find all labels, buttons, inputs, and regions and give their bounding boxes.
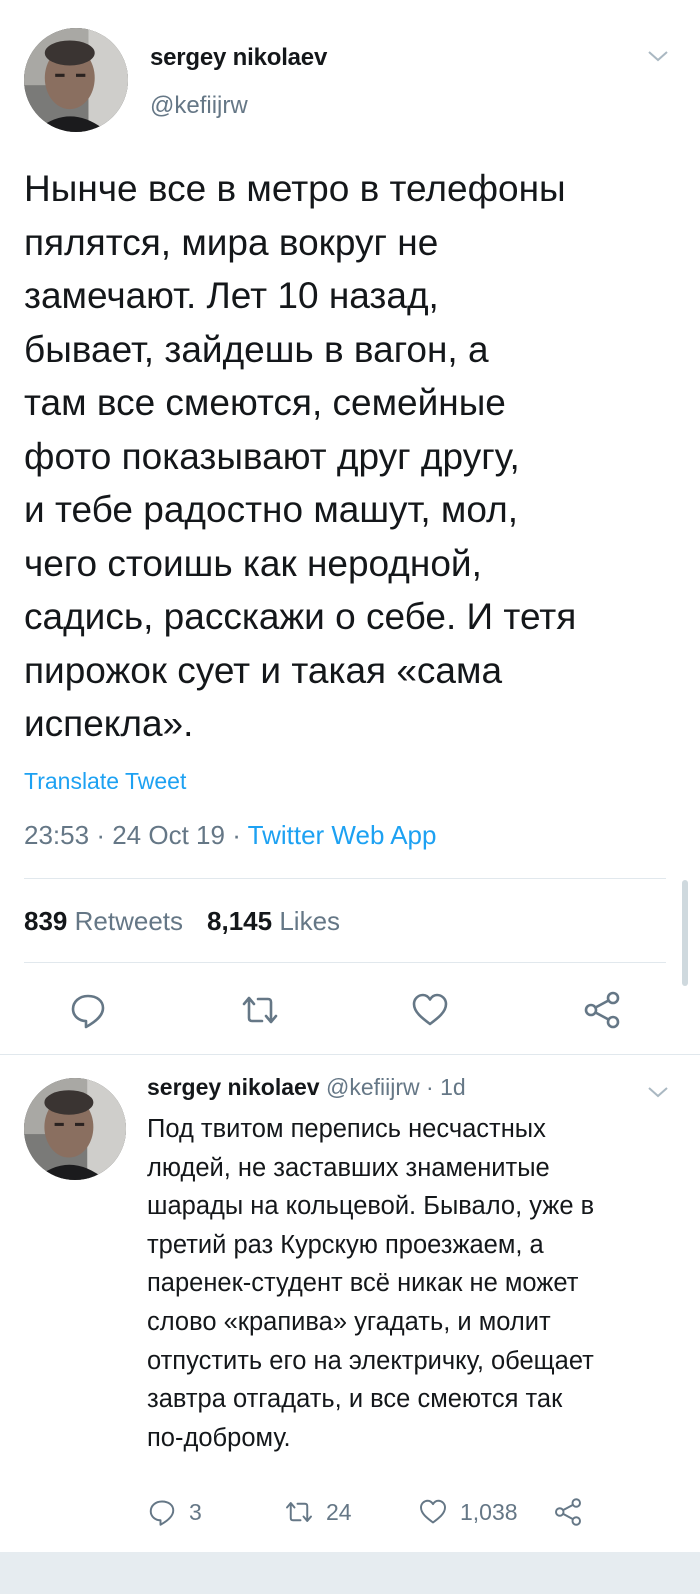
tweet-time: 23:53 xyxy=(24,820,90,850)
tweet-text-line: пирожок сует и такая «сама xyxy=(24,649,503,691)
tweet-text-line: фото показывают друг другу, xyxy=(24,435,520,477)
retweet-button[interactable] xyxy=(240,990,280,1030)
reply-icon xyxy=(149,1500,175,1526)
reply-text-line: слово «крапива» угадать, и молит xyxy=(147,1307,551,1336)
reply-like-button[interactable]: 1,038 xyxy=(418,1496,518,1528)
avatar-photo xyxy=(24,28,128,132)
likes-label: Likes xyxy=(279,906,341,936)
likes-stat[interactable]: 8,145 Likes xyxy=(207,906,340,936)
reply-text-line: людей, не заставших знаменитые xyxy=(147,1153,550,1182)
reply-text-line: завтра отгадать, и все смеются так xyxy=(147,1385,563,1414)
like-icon xyxy=(412,993,448,1026)
reply-reply-button[interactable]: 3 xyxy=(147,1496,202,1528)
tweet-text-line: пялятся, мира вокруг не xyxy=(24,221,439,263)
translate-tweet-link[interactable]: Translate Tweet xyxy=(24,768,186,795)
avatar[interactable] xyxy=(24,1078,126,1180)
author-handle[interactable]: @kefiijrw xyxy=(150,92,248,120)
share-button[interactable] xyxy=(582,990,622,1030)
author-name[interactable]: sergey nikolaev xyxy=(150,44,327,72)
main-tweet: sergey nikolaev @kefiijrw Нынче все в ме… xyxy=(0,0,700,1058)
tweet-text: Нынче все в метро в телефоны пялятся, ми… xyxy=(24,162,684,751)
reply-text-line: третий раз Курскую проезжаем, а xyxy=(147,1230,544,1259)
reply-author-name[interactable]: sergey nikolaev xyxy=(147,1074,320,1100)
share-icon xyxy=(584,991,620,1029)
reply-text-line: по-доброму. xyxy=(147,1423,291,1452)
tweet-text-line: и тебе радостно машут, мол, xyxy=(24,489,519,530)
divider xyxy=(0,1054,700,1055)
reply-retweets-count: 24 xyxy=(326,1498,352,1525)
tweet-text-line: там все смеются, семейные xyxy=(24,382,506,423)
reply-replies-count: 3 xyxy=(189,1498,202,1525)
retweets-stat[interactable]: 839 Retweets xyxy=(24,906,183,936)
meta-separator: · xyxy=(232,820,241,850)
reply-button[interactable] xyxy=(68,990,108,1030)
reply-header: sergey nikolaev @kefiijrw · 1d xyxy=(147,1074,466,1101)
reply-text-line: шарады на кольцевой. Бывало, уже в xyxy=(147,1192,595,1221)
engagement-stats: 839 Retweets 8,145 Likes xyxy=(24,906,340,937)
reply-icon xyxy=(71,994,105,1029)
retweet-icon xyxy=(286,1502,312,1522)
tweet-text-line: садись, расскажи о себе. И тетя xyxy=(24,596,577,637)
divider xyxy=(24,962,666,963)
like-icon xyxy=(420,1499,446,1524)
tweet-text-line: замечают. Лет 10 назад, xyxy=(24,275,439,316)
like-button[interactable] xyxy=(410,990,450,1030)
reply-text-line: отпустить его на электричку, обещает xyxy=(147,1346,594,1375)
retweets-label: Retweets xyxy=(74,906,184,936)
divider xyxy=(24,878,666,879)
bottom-bar xyxy=(0,1552,700,1594)
tweet-text-line: чего стоишь как неродной, xyxy=(24,542,482,584)
reply-share-button[interactable] xyxy=(553,1496,583,1528)
avatar[interactable] xyxy=(24,28,128,132)
retweet-icon xyxy=(242,996,278,1024)
likes-count: 8,145 xyxy=(207,906,273,936)
avatar-photo xyxy=(24,1078,126,1180)
tweet-source-link[interactable]: Twitter Web App xyxy=(248,820,437,850)
chevron-down-icon[interactable] xyxy=(646,48,670,64)
tweet-text-line: Нынче все в метро в телефоны xyxy=(24,168,566,209)
reply-text-line: Под твитом перепись несчастных xyxy=(147,1115,546,1143)
reply-text: Под твитом перепись несчастных людей, не… xyxy=(147,1110,677,1457)
reply-text-line: паренек-студент всё никак не может xyxy=(147,1269,579,1298)
share-icon xyxy=(555,1498,581,1526)
scrollbar[interactable] xyxy=(682,880,688,986)
reply-retweet-button[interactable]: 24 xyxy=(284,1496,352,1528)
chevron-down-icon[interactable] xyxy=(646,1084,670,1100)
retweets-count: 839 xyxy=(24,906,68,936)
tweet-text-line: бывает, зайдешь в вагон, а xyxy=(24,328,489,370)
reply-likes-count: 1,038 xyxy=(460,1498,518,1525)
reply-author-handle[interactable]: @kefiijrw xyxy=(326,1074,420,1100)
tweet-meta: 23:53 · 24 Oct 19 · Twitter Web App xyxy=(24,820,436,851)
reply-age: · 1d xyxy=(426,1074,466,1100)
tweet-text-line: испекла». xyxy=(24,703,194,744)
meta-separator: · xyxy=(96,820,105,850)
tweet-date: 24 Oct 19 xyxy=(112,820,225,850)
